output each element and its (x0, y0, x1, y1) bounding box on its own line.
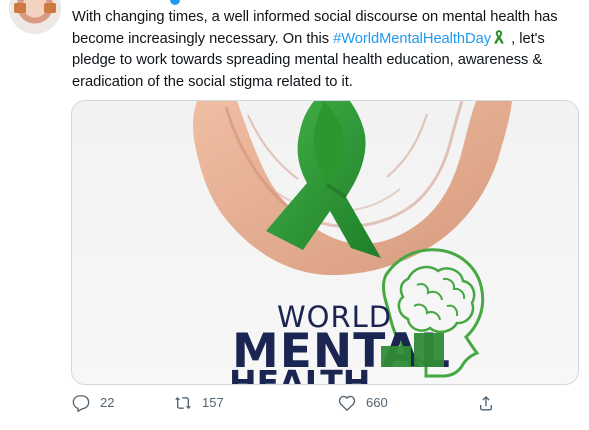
tweet-media-image[interactable]: WORLD MENTAL HEALTH (71, 100, 579, 385)
share-icon (480, 395, 492, 411)
like-icon (338, 395, 356, 412)
hashtag-link[interactable]: #WorldMentalHealthDay (333, 31, 491, 47)
retweet-count: 157 (202, 395, 224, 410)
like-button[interactable]: 660 (338, 394, 388, 412)
avatar[interactable] (9, 0, 61, 34)
green-ribbon-icon (491, 29, 507, 45)
tweet-text: With changing times, a well informed soc… (72, 7, 577, 93)
reply-icon (72, 395, 90, 412)
retweet-icon (175, 396, 191, 410)
reply-button[interactable]: 22 (72, 394, 114, 412)
verified-badge-icon (170, 0, 180, 5)
share-button[interactable] (477, 394, 495, 412)
tweet-action-bar: 22 157 660 (72, 394, 577, 418)
retweet-button[interactable]: 157 (174, 394, 224, 412)
media-title-health: HEALTH (229, 363, 370, 384)
like-count: 660 (366, 395, 388, 410)
reply-count: 22 (100, 395, 115, 410)
